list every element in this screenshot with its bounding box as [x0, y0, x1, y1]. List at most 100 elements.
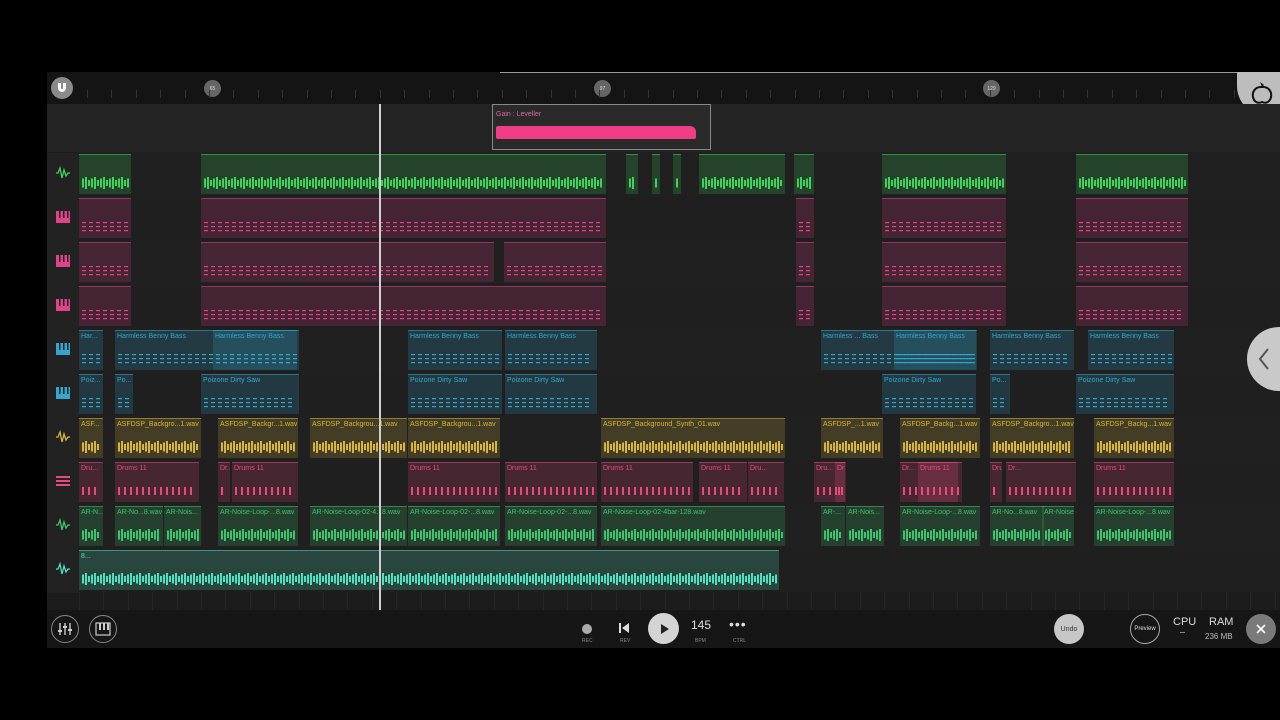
- clip[interactable]: ASFDSP_Backg...1.wav: [900, 418, 980, 458]
- clip[interactable]: Harmless Benny Bass: [408, 330, 502, 370]
- clip[interactable]: Drums 11: [699, 462, 747, 502]
- clip[interactable]: AR-Noise...: [1042, 506, 1074, 546]
- clip[interactable]: [882, 286, 1006, 326]
- clip[interactable]: Po...: [115, 374, 133, 414]
- clip[interactable]: Dru...: [748, 462, 784, 502]
- clip[interactable]: AR-Nois...: [164, 506, 201, 546]
- clip[interactable]: Poizone Dirty Saw: [882, 374, 976, 414]
- bar-marker-97[interactable]: 97: [594, 80, 611, 97]
- track-header-t1[interactable]: [47, 153, 79, 197]
- clip[interactable]: ASFDSP_Backgr...1.wav: [218, 418, 298, 458]
- track-header-t7[interactable]: [47, 417, 79, 461]
- track-header-t2[interactable]: [47, 197, 79, 241]
- clip[interactable]: [1076, 242, 1188, 282]
- bar-marker-65[interactable]: 65: [204, 80, 221, 97]
- clip[interactable]: AR-Noise-Loop-02-...8.wav: [505, 506, 597, 546]
- piano-roll-button[interactable]: [89, 615, 117, 643]
- timeline-ruler[interactable]: 65 97 129: [47, 72, 1280, 104]
- clip[interactable]: AR-Nois...: [846, 506, 884, 546]
- clip[interactable]: [201, 286, 606, 326]
- clip[interactable]: [796, 242, 814, 282]
- clip[interactable]: Drums 11: [1094, 462, 1174, 502]
- undo-button[interactable]: Undo: [1054, 614, 1084, 644]
- clip[interactable]: [79, 198, 131, 238]
- clip[interactable]: AR-...: [821, 506, 845, 546]
- clip[interactable]: Harmless Benny Bass: [213, 330, 297, 370]
- clip[interactable]: ASFDSP_Backg...1.wav: [1094, 418, 1174, 458]
- clip[interactable]: [201, 198, 606, 238]
- clip[interactable]: ASFDSP_Backgrou...1.wav: [310, 418, 407, 458]
- clip[interactable]: [1076, 154, 1188, 194]
- clip[interactable]: [504, 242, 606, 282]
- playhead[interactable]: [379, 104, 381, 610]
- clip[interactable]: ASFDSP_Backgrou...1.wav: [408, 418, 500, 458]
- clip[interactable]: [796, 286, 814, 326]
- clip[interactable]: 8...: [79, 550, 779, 590]
- clip[interactable]: AR-Noise-Loop-...8.wav: [218, 506, 298, 546]
- clip[interactable]: Drums 11: [232, 462, 298, 502]
- track-header-t4[interactable]: [47, 285, 79, 329]
- clip[interactable]: Po...: [990, 374, 1010, 414]
- clip[interactable]: Drums 11: [505, 462, 597, 502]
- track-header-t8[interactable]: [47, 461, 79, 505]
- clip[interactable]: [79, 286, 131, 326]
- clip[interactable]: Poizone Dirty Saw: [505, 374, 597, 414]
- clip[interactable]: Poizone Dirty Saw: [1076, 374, 1174, 414]
- preview-button[interactable]: Preview: [1130, 614, 1160, 644]
- clip[interactable]: [673, 154, 681, 194]
- clip[interactable]: ASFDSP_Backgro...1.wav: [990, 418, 1074, 458]
- snap-magnet-button[interactable]: [51, 77, 73, 99]
- automation-clip[interactable]: Gain : Leveller: [492, 104, 711, 150]
- clip[interactable]: AR-N...: [79, 506, 103, 546]
- track-header-t10[interactable]: [47, 549, 79, 593]
- clip[interactable]: [699, 154, 785, 194]
- clip[interactable]: AR-Noise-Loop-02-4bar-128.wav: [601, 506, 785, 546]
- clip[interactable]: [882, 242, 1006, 282]
- clip[interactable]: Drums 11: [918, 462, 962, 502]
- clip[interactable]: Drums 11: [990, 462, 1002, 502]
- clip[interactable]: [79, 154, 131, 194]
- clip[interactable]: Drums 11: [835, 462, 845, 502]
- clip[interactable]: Harmless Benny Bass: [990, 330, 1074, 370]
- clip[interactable]: Harmless Benny Bass: [1088, 330, 1174, 370]
- clip[interactable]: Poizone Dirty Saw: [408, 374, 502, 414]
- rewind-button[interactable]: [617, 621, 631, 635]
- clip[interactable]: Poizone Dirty Saw: [201, 374, 299, 414]
- clip[interactable]: [201, 242, 494, 282]
- clip[interactable]: [882, 154, 1006, 194]
- mixer-button[interactable]: [51, 615, 79, 643]
- clip[interactable]: Drums 11: [601, 462, 693, 502]
- play-button[interactable]: [648, 613, 679, 644]
- clip[interactable]: AR-Noise-Loop-...8.wav: [1094, 506, 1174, 546]
- clip[interactable]: [652, 154, 660, 194]
- track-header-t9[interactable]: [47, 505, 79, 549]
- clip[interactable]: [201, 154, 606, 194]
- clip[interactable]: [796, 198, 814, 238]
- clip[interactable]: ASF...: [79, 418, 103, 458]
- clip[interactable]: [626, 154, 638, 194]
- clip[interactable]: ASFDSP_Background_Synth_01.wav: [601, 418, 785, 458]
- clip[interactable]: [794, 154, 814, 194]
- clip[interactable]: Drums 11: [115, 462, 199, 502]
- record-button[interactable]: [582, 624, 592, 634]
- clip[interactable]: Har...: [79, 330, 103, 370]
- clip[interactable]: [79, 242, 131, 282]
- clip[interactable]: Dr...: [1006, 462, 1076, 502]
- clip[interactable]: Harmless Benny Bass: [505, 330, 597, 370]
- clip[interactable]: Dr...: [218, 462, 230, 502]
- clip[interactable]: ASFDSP_Backgro...1.wav: [115, 418, 201, 458]
- clip[interactable]: AR-No...8.wav: [115, 506, 163, 546]
- clip[interactable]: Dru...: [79, 462, 103, 502]
- clip[interactable]: [882, 198, 1006, 238]
- track-header-t3[interactable]: [47, 241, 79, 285]
- more-icon[interactable]: •••: [729, 616, 747, 632]
- bar-marker-129[interactable]: 129: [983, 80, 1000, 97]
- clip[interactable]: [1076, 198, 1188, 238]
- clip[interactable]: Poiz...: [79, 374, 103, 414]
- track-header-t6[interactable]: [47, 373, 79, 417]
- track-header-t5[interactable]: [47, 329, 79, 373]
- clip[interactable]: AR-Noise-Loop-...8.wav: [900, 506, 980, 546]
- clip[interactable]: Harmless Benny Bass: [894, 330, 976, 370]
- clip[interactable]: ASFDSP_...1.wav: [821, 418, 883, 458]
- clip[interactable]: AR-Noise-Loop-02-...8.wav: [408, 506, 500, 546]
